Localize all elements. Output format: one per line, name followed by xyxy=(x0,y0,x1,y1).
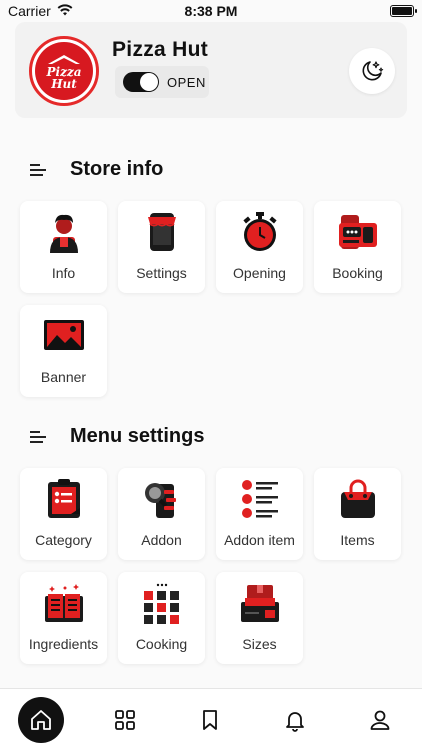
section-lines-icon xyxy=(30,163,46,176)
boxes-icon xyxy=(239,582,281,624)
tile-label: Info xyxy=(51,265,76,281)
tile-label: Addon item xyxy=(224,532,295,548)
roof-icon xyxy=(48,54,80,64)
menu-tile-ingredients[interactable]: Ingredients xyxy=(20,572,107,664)
menu-tile-category[interactable]: Category xyxy=(20,468,107,560)
person-icon xyxy=(43,211,85,253)
moon-stars-icon xyxy=(362,61,384,81)
store-logo-mark: Pizza Hut xyxy=(35,42,93,100)
grid-icon xyxy=(115,709,136,730)
user-icon xyxy=(370,710,389,730)
store-info-tile-opening[interactable]: Opening xyxy=(216,201,303,293)
store-info-tile-settings[interactable]: Settings xyxy=(118,201,205,293)
home-icon xyxy=(31,709,52,730)
tile-label: Addon xyxy=(141,532,182,548)
store-status-label: OPEN xyxy=(167,74,206,90)
clipboard-list-icon xyxy=(43,478,85,520)
tile-label: Sizes xyxy=(242,636,277,652)
phone-store-icon xyxy=(141,211,183,253)
battery-icon xyxy=(389,5,417,17)
store-info-title: Store info xyxy=(70,158,164,180)
tab-profile[interactable] xyxy=(356,696,404,744)
store-header-card: Pizza Hut Pizza Hut OPEN xyxy=(15,22,407,118)
status-right xyxy=(294,5,417,17)
menu-tile-items[interactable]: Items xyxy=(314,468,401,560)
tile-label: Opening xyxy=(233,265,286,281)
tab-grid[interactable] xyxy=(101,696,149,744)
status-left: Carrier xyxy=(8,3,128,19)
store-info-tile-booking[interactable]: Booking xyxy=(314,201,401,293)
store-status-toggle[interactable]: OPEN xyxy=(115,66,209,98)
status-bar: Carrier 8:38 PM xyxy=(0,0,422,22)
image-banner-icon xyxy=(43,315,85,357)
store-info-heading: Store info xyxy=(30,158,163,181)
tile-label: Cooking xyxy=(135,636,188,652)
bullet-list-icon xyxy=(239,478,281,520)
logo-text-pizza: Pizza xyxy=(46,64,82,79)
tile-label: Ingredients xyxy=(28,636,99,652)
store-name: Pizza Hut xyxy=(112,38,209,61)
menu-tile-addon-item[interactable]: Addon item xyxy=(216,468,303,560)
menu-settings-heading: Menu settings xyxy=(30,425,204,448)
store-logo: Pizza Hut xyxy=(29,36,99,106)
dots-grid-icon xyxy=(141,582,183,624)
section-lines-icon xyxy=(30,430,46,443)
store-info-tile-info[interactable]: Info xyxy=(20,201,107,293)
addon-icon xyxy=(141,478,183,520)
status-time: 8:38 PM xyxy=(184,3,238,19)
tab-home[interactable] xyxy=(18,696,65,743)
store-info-tile-banner[interactable]: Banner xyxy=(20,305,107,397)
bookmark-icon xyxy=(203,709,217,730)
menu-tile-sizes[interactable]: Sizes xyxy=(216,572,303,664)
open-toggle-switch[interactable] xyxy=(123,72,159,92)
menu-settings-title: Menu settings xyxy=(70,425,205,447)
carrier-label: Carrier xyxy=(8,3,51,19)
menu-tile-cooking[interactable]: Cooking xyxy=(118,572,205,664)
menu-tile-addon[interactable]: Addon xyxy=(118,468,205,560)
stopwatch-icon xyxy=(239,211,281,253)
logo-text-hut: Hut xyxy=(51,76,77,91)
recipe-book-icon xyxy=(43,582,85,624)
tile-label: Booking xyxy=(332,265,383,281)
booking-icon xyxy=(337,211,379,253)
bottom-tab-bar xyxy=(0,688,422,750)
store-info-grid: Info Settings Opening Booking Banner xyxy=(20,201,402,397)
tile-label: Items xyxy=(340,532,375,548)
wifi-icon xyxy=(57,3,73,19)
tile-label: Category xyxy=(35,532,92,548)
tile-label: Settings xyxy=(136,265,187,281)
tab-bookmark[interactable] xyxy=(186,696,234,744)
tile-label: Banner xyxy=(40,369,87,385)
tab-notifications[interactable] xyxy=(271,696,319,744)
theme-toggle-button[interactable] xyxy=(349,48,395,94)
menu-settings-grid: Category Addon Addon item Items Ingredie… xyxy=(20,468,402,664)
shopping-bag-icon xyxy=(337,478,379,520)
bell-icon xyxy=(285,711,304,732)
